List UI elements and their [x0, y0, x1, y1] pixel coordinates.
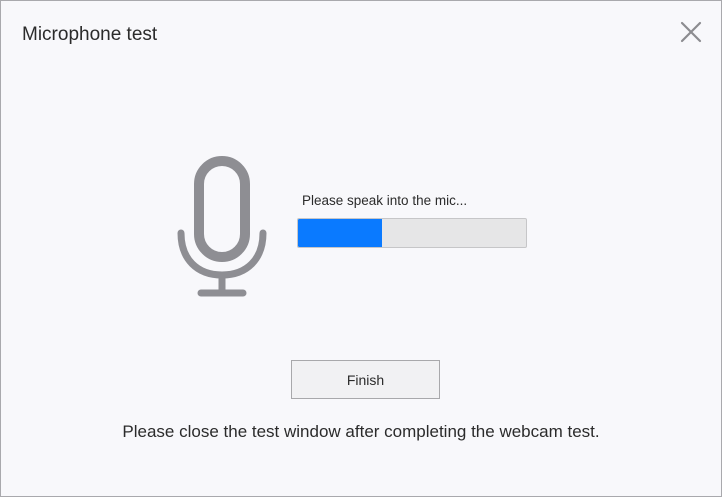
dialog-title: Microphone test	[22, 24, 158, 45]
speak-prompt: Please speak into the mic...	[302, 193, 468, 208]
microphone-test-dialog: Microphone test Please speak into the mi…	[0, 0, 722, 497]
mic-level-meter	[297, 218, 527, 248]
mic-level-fill	[298, 219, 383, 247]
instruction-note: Please close the test window after compl…	[122, 422, 600, 441]
microphone-icon	[173, 155, 273, 300]
finish-button[interactable]: Finish	[291, 360, 440, 399]
close-icon[interactable]	[678, 19, 704, 45]
